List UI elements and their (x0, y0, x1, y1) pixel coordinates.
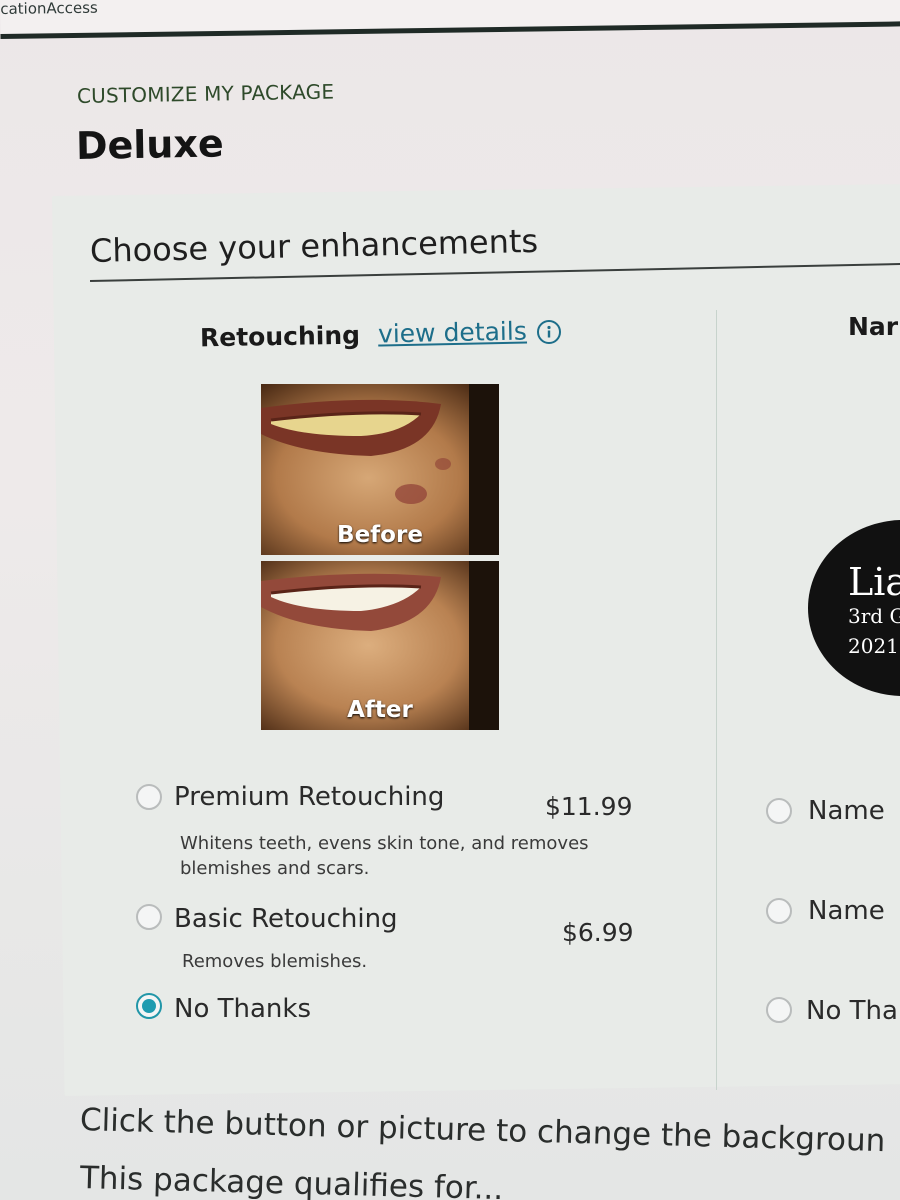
no-thanks-radio[interactable] (136, 993, 162, 1019)
basic-retouching-radio[interactable] (136, 904, 162, 930)
premium-retouching-description-line2: blemishes and scars. (180, 858, 370, 879)
after-label: After (347, 697, 413, 723)
view-details-link[interactable]: view details (378, 316, 527, 348)
badge-grade: 3rd G (848, 604, 900, 628)
footer-package-note: This package qualifies for... (79, 1160, 504, 1200)
name-option-1-label[interactable]: Name (808, 796, 885, 826)
name-option-1-radio[interactable] (766, 798, 792, 824)
badge-year: 2021 (848, 634, 899, 658)
page-title: Deluxe (75, 121, 225, 168)
page: icationAccess CUSTOMIZE MY PACKAGE Delux… (0, 0, 900, 1200)
window-title-fragment: icationAccess (0, 0, 98, 19)
name-no-thanks-label[interactable]: No Tha (806, 996, 898, 1026)
basic-retouching-price: $6.99 (562, 918, 634, 947)
after-photo[interactable]: After (261, 561, 499, 730)
premium-retouching-label[interactable]: Premium Retouching (174, 782, 444, 812)
premium-retouching-radio[interactable] (136, 784, 162, 810)
name-option-2-radio[interactable] (766, 898, 792, 924)
premium-retouching-price: $11.99 (545, 792, 633, 821)
retouching-title: Retouching (199, 320, 361, 353)
premium-retouching-description-line1: Whitens teeth, evens skin tone, and remo… (180, 833, 589, 854)
name-option-2-label[interactable]: Name (808, 896, 885, 926)
basic-retouching-label[interactable]: Basic Retouching (174, 904, 398, 934)
page-eyebrow: CUSTOMIZE MY PACKAGE (76, 79, 335, 108)
column-divider (716, 310, 717, 1090)
badge-name: Lia (848, 560, 900, 604)
before-photo[interactable]: Before (261, 384, 499, 555)
basic-retouching-description: Removes blemishes. (182, 951, 368, 972)
name-no-thanks-radio[interactable] (766, 997, 792, 1023)
browser-top-bar: icationAccess (0, 0, 900, 39)
info-icon[interactable] (537, 320, 561, 344)
before-label: Before (337, 522, 423, 548)
no-thanks-label[interactable]: No Thanks (174, 994, 311, 1024)
footer-instruction: Click the button or picture to change th… (79, 1102, 886, 1160)
name-option-title: Nar (848, 312, 899, 341)
